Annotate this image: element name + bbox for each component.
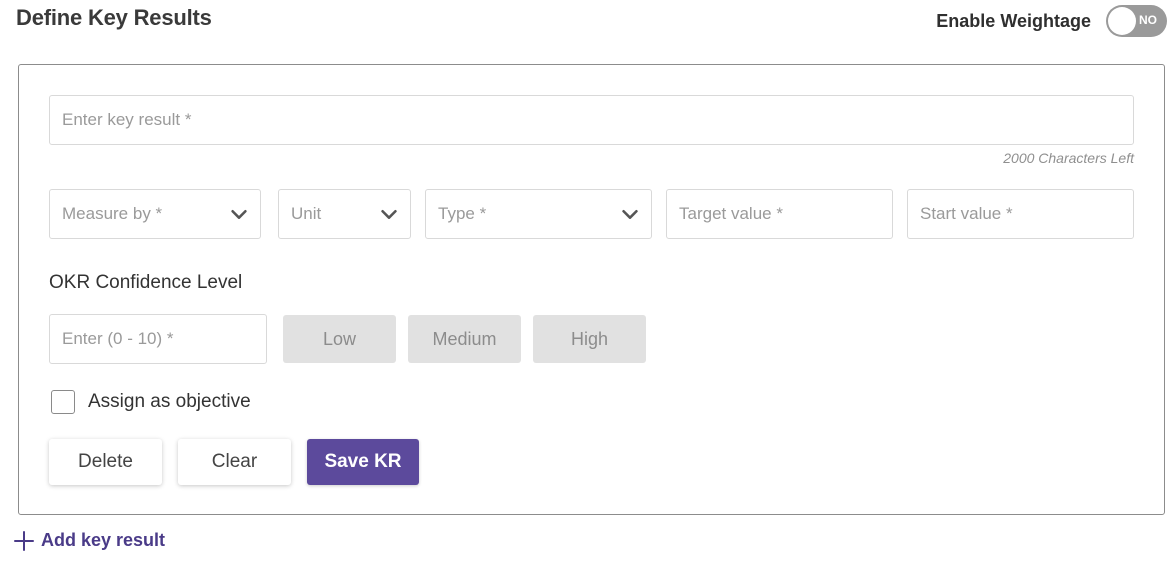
key-result-placeholder: Enter key result * (62, 110, 192, 129)
type-label: Type * (438, 204, 487, 223)
confidence-low-button[interactable]: Low (283, 315, 396, 363)
confidence-placeholder: Enter (0 - 10) * (62, 329, 174, 348)
start-value-placeholder: Start value * (920, 204, 1013, 223)
weightage-control: Enable Weightage NO (936, 5, 1167, 37)
target-value-placeholder: Target value * (679, 204, 783, 223)
page-title: Define Key Results (16, 5, 212, 30)
unit-select[interactable]: Unit (278, 189, 411, 239)
toggle-knob (1108, 7, 1136, 35)
assign-objective-label: Assign as objective (88, 391, 251, 412)
assign-objective-row[interactable]: Assign as objective (51, 390, 251, 414)
chevron-down-icon (381, 209, 397, 219)
assign-objective-checkbox[interactable] (51, 390, 75, 414)
target-value-input[interactable]: Target value * (666, 189, 893, 239)
start-value-input[interactable]: Start value * (907, 189, 1134, 239)
chevron-down-icon (231, 209, 247, 219)
confidence-high-button[interactable]: High (533, 315, 646, 363)
confidence-level-label: OKR Confidence Level (49, 272, 243, 293)
unit-label: Unit (291, 204, 322, 223)
clear-button[interactable]: Clear (178, 439, 291, 485)
key-result-card: Enter key result * 2000 Characters Left … (18, 64, 1165, 515)
confidence-input[interactable]: Enter (0 - 10) * (49, 314, 267, 364)
char-count: 2000 Characters Left (1003, 150, 1134, 166)
plus-icon (14, 530, 34, 551)
chevron-down-icon (622, 209, 638, 219)
delete-button[interactable]: Delete (49, 439, 162, 485)
weightage-toggle[interactable]: NO (1106, 5, 1167, 37)
measure-by-select[interactable]: Measure by * (49, 189, 261, 239)
add-key-result-label: Add key result (41, 530, 166, 550)
key-result-input[interactable]: Enter key result * (49, 95, 1134, 145)
add-key-result-link[interactable]: Add key result (14, 530, 165, 551)
measure-by-label: Measure by * (62, 204, 163, 223)
confidence-medium-button[interactable]: Medium (408, 315, 521, 363)
toggle-state-text: NO (1139, 13, 1157, 27)
type-select[interactable]: Type * (425, 189, 652, 239)
weightage-label: Enable Weightage (936, 10, 1091, 31)
save-kr-button[interactable]: Save KR (307, 439, 419, 485)
